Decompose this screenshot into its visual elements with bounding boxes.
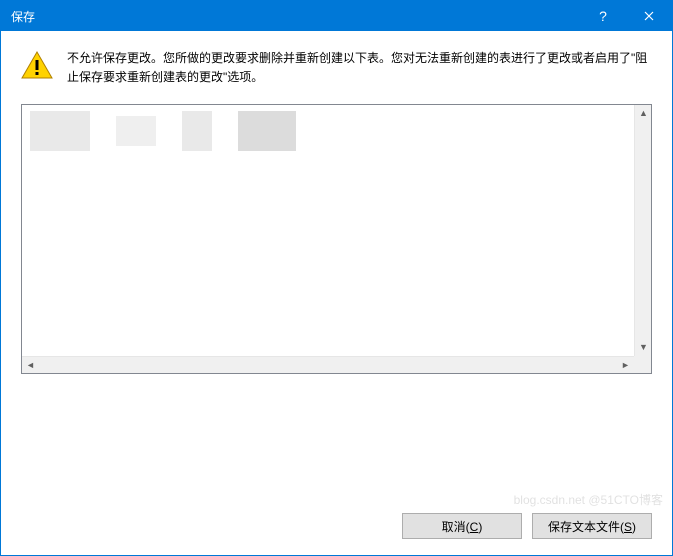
- warning-icon: [21, 51, 53, 79]
- scroll-left-button[interactable]: ◄: [22, 357, 39, 374]
- save-text-file-button-label: 保存文本文件(S): [548, 518, 636, 535]
- vertical-scrollbar[interactable]: ▲ ▼: [634, 105, 651, 356]
- cancel-button-label: 取消(C): [442, 518, 483, 535]
- save-text-file-button[interactable]: 保存文本文件(S): [532, 513, 652, 539]
- titlebar-title: 保存: [1, 8, 35, 25]
- table-list-box: ▲ ▼ ◄ ►: [21, 104, 652, 374]
- button-row: 取消(C) 保存文本文件(S): [1, 493, 672, 555]
- table-list-content: [22, 105, 634, 356]
- redacted-block: [116, 116, 156, 146]
- scroll-right-button[interactable]: ►: [617, 357, 634, 374]
- horizontal-scrollbar[interactable]: ◄ ►: [22, 356, 634, 373]
- message-row: 不允许保存更改。您所做的更改要求删除并重新创建以下表。您对无法重新创建的表进行了…: [21, 49, 652, 86]
- redacted-block: [30, 111, 90, 151]
- help-button[interactable]: ?: [580, 1, 626, 31]
- scroll-down-button[interactable]: ▼: [635, 339, 652, 356]
- redacted-content: [30, 111, 626, 151]
- help-icon: ?: [599, 8, 607, 24]
- redacted-block: [182, 111, 212, 151]
- scroll-up-button[interactable]: ▲: [635, 105, 652, 122]
- dialog-content: 不允许保存更改。您所做的更改要求删除并重新创建以下表。您对无法重新创建的表进行了…: [1, 31, 672, 493]
- redacted-block: [238, 111, 296, 151]
- close-button[interactable]: [626, 1, 672, 31]
- save-dialog: 保存 ? 不允许保存更改。您所做的更改要求删除并重新创建以下表。您对无法重新创建…: [0, 0, 673, 556]
- titlebar: 保存 ?: [1, 1, 672, 31]
- cancel-button[interactable]: 取消(C): [402, 513, 522, 539]
- scroll-corner: [634, 356, 651, 373]
- close-icon: [644, 11, 654, 21]
- message-text: 不允许保存更改。您所做的更改要求删除并重新创建以下表。您对无法重新创建的表进行了…: [67, 49, 652, 86]
